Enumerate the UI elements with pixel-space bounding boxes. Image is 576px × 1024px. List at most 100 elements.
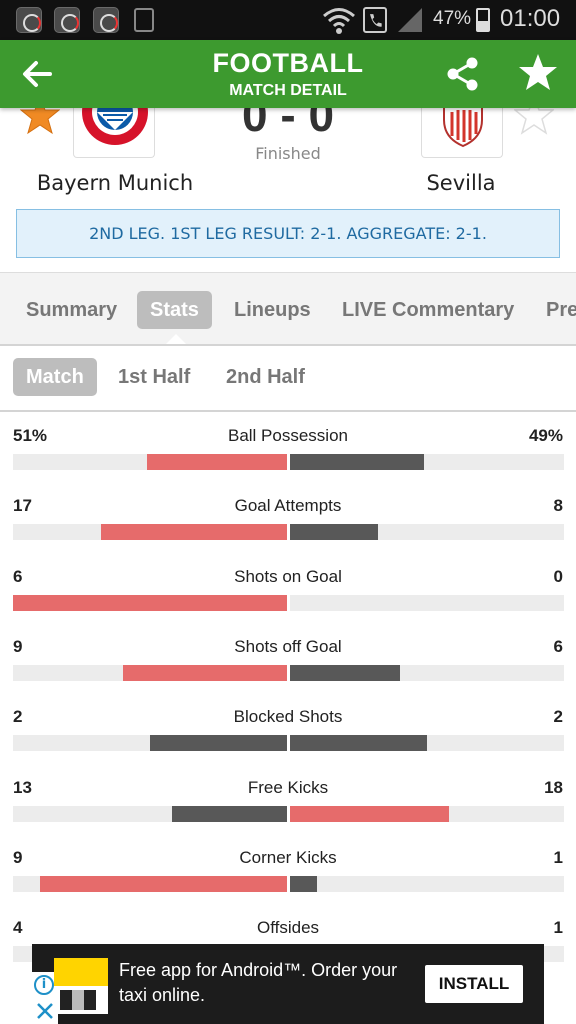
away-stat-track	[290, 454, 564, 470]
stat-label: Shots on Goal	[234, 566, 342, 586]
period-first-half[interactable]: 1st Half	[118, 358, 190, 396]
wifi-icon	[323, 8, 355, 34]
stat-row: 17 Goal Attempts 8	[0, 482, 576, 552]
tab-summary[interactable]: Summary	[26, 291, 117, 329]
stat-away-value: 1	[553, 918, 563, 938]
stat-away-value: 49%	[528, 426, 563, 445]
active-period-indicator	[46, 400, 66, 410]
match-info: 0 - 0 Finished Bayern Munich Sevilla 2ND…	[0, 89, 576, 272]
share-icon[interactable]	[444, 56, 482, 92]
home-stat-bar	[150, 735, 287, 752]
stat-home-value: 2	[13, 707, 23, 727]
period-match[interactable]: Match	[13, 358, 97, 396]
away-stat-bar	[290, 454, 425, 470]
tab-stats[interactable]: Stats	[137, 291, 212, 329]
stat-home-value: 17	[13, 496, 32, 516]
battery-percent: 47%	[433, 8, 472, 29]
app-screen: 47% 01:00 FOOTBALL MATCH DETAIL 0 - 0 Fi…	[0, 0, 576, 1024]
home-stat-bar	[40, 875, 287, 892]
stat-label: Shots off Goal	[234, 636, 342, 656]
away-stat-bar	[290, 664, 400, 681]
home-stat-track	[13, 875, 287, 892]
home-stat-bar	[13, 594, 287, 611]
stat-home-value: 9	[13, 636, 23, 656]
stat-row: 13 Free Kicks 18	[0, 764, 576, 834]
signal-icon	[398, 8, 422, 32]
away-stat-track	[290, 735, 564, 752]
stat-label: Offsides	[256, 918, 320, 938]
home-stat-track	[13, 664, 287, 681]
sync-notification-icon	[93, 7, 119, 33]
battery-level-fill	[478, 20, 488, 30]
period-second-half[interactable]: 2nd Half	[226, 358, 305, 396]
stat-away-value: 2	[553, 707, 563, 727]
stat-away-value: 0	[553, 566, 563, 586]
match-status: Finished	[255, 144, 321, 163]
home-stat-track	[13, 524, 287, 541]
tab-lineups[interactable]: Lineups	[234, 291, 311, 329]
home-favorite-star-icon[interactable]	[20, 108, 60, 136]
taxi-app-logo-icon	[54, 958, 108, 1014]
home-stat-bar	[147, 454, 287, 470]
stat-home-value: 9	[13, 847, 23, 867]
stat-label: Corner Kicks	[239, 847, 337, 867]
home-stat-track	[13, 454, 287, 470]
away-stat-track	[290, 875, 564, 892]
stat-away-value: 18	[544, 777, 563, 797]
stat-label: Free Kicks	[247, 777, 329, 797]
home-stat-track	[13, 735, 287, 752]
period-filter: Match 1st Half 2nd Half	[0, 346, 576, 412]
stat-label: Goal Attempts	[234, 496, 342, 516]
home-team-name[interactable]: Bayern Munich	[20, 171, 210, 195]
away-stat-track	[290, 524, 564, 541]
aggregate-info-banner: 2ND LEG. 1ST LEG RESULT: 2-1. AGGREGATE:…	[16, 209, 560, 258]
call-icon	[363, 7, 387, 33]
page-subtitle: MATCH DETAIL	[229, 82, 347, 99]
away-stat-bar	[290, 524, 378, 541]
sync-notification-icon	[54, 7, 80, 33]
close-icon[interactable]	[34, 1000, 56, 1022]
detail-tab-bar: Summary Stats Lineups LIVE Commentary Pr…	[0, 272, 576, 346]
status-bar: 47% 01:00	[0, 0, 576, 40]
stat-row: 6 Shots on Goal 0	[0, 553, 576, 623]
away-stat-bar	[290, 805, 450, 822]
home-stat-bar	[122, 664, 287, 681]
ad-banner[interactable]: i Free app for Android™. Order your taxi…	[32, 944, 544, 1024]
away-stat-bar	[290, 735, 427, 752]
stat-label: Ball Possession	[227, 426, 348, 445]
stats-list[interactable]: 51% Ball Possession 49% 17 Goal Attempts 8 6 Sh…	[0, 412, 576, 1024]
home-stat-bar	[172, 805, 287, 822]
stat-row: 51% Ball Possession 49%	[0, 412, 576, 482]
favorite-star-icon[interactable]	[518, 52, 558, 92]
stat-away-value: 6	[553, 636, 563, 656]
away-stat-track	[290, 594, 564, 611]
info-icon[interactable]: i	[34, 975, 54, 995]
stat-home-value: 13	[13, 777, 32, 797]
install-button[interactable]: INSTALL	[425, 965, 523, 1003]
sync-notification-icon	[16, 7, 42, 33]
app-header: FOOTBALL MATCH DETAIL	[0, 40, 576, 108]
away-stat-track	[290, 664, 564, 681]
away-stat-track	[290, 805, 564, 822]
tab-pre[interactable]: Pre	[546, 291, 576, 329]
stat-home-value: 51%	[13, 426, 48, 445]
stat-home-value: 4	[13, 918, 23, 938]
home-stat-bar	[100, 524, 287, 541]
ad-text: Free app for Android™. Order your taxi o…	[119, 960, 398, 1005]
away-team-name[interactable]: Sevilla	[366, 171, 556, 195]
battery-saver-icon	[134, 8, 154, 32]
away-favorite-star-icon[interactable]	[514, 108, 554, 136]
page-title: FOOTBALL	[212, 48, 364, 78]
stat-home-value: 6	[13, 566, 23, 586]
stat-row: 2 Blocked Shots 2	[0, 693, 576, 763]
stat-label: Blocked Shots	[233, 707, 343, 727]
clock: 01:00	[500, 5, 561, 32]
home-stat-track	[13, 805, 287, 822]
stat-row: 9 Corner Kicks 1	[0, 834, 576, 904]
stat-away-value: 1	[553, 847, 563, 867]
tab-live-commentary[interactable]: LIVE Commentary	[342, 291, 514, 329]
stat-away-value: 8	[553, 496, 563, 516]
away-stat-bar	[290, 875, 318, 892]
home-stat-track	[13, 594, 287, 611]
stat-row: 9 Shots off Goal 6	[0, 623, 576, 693]
